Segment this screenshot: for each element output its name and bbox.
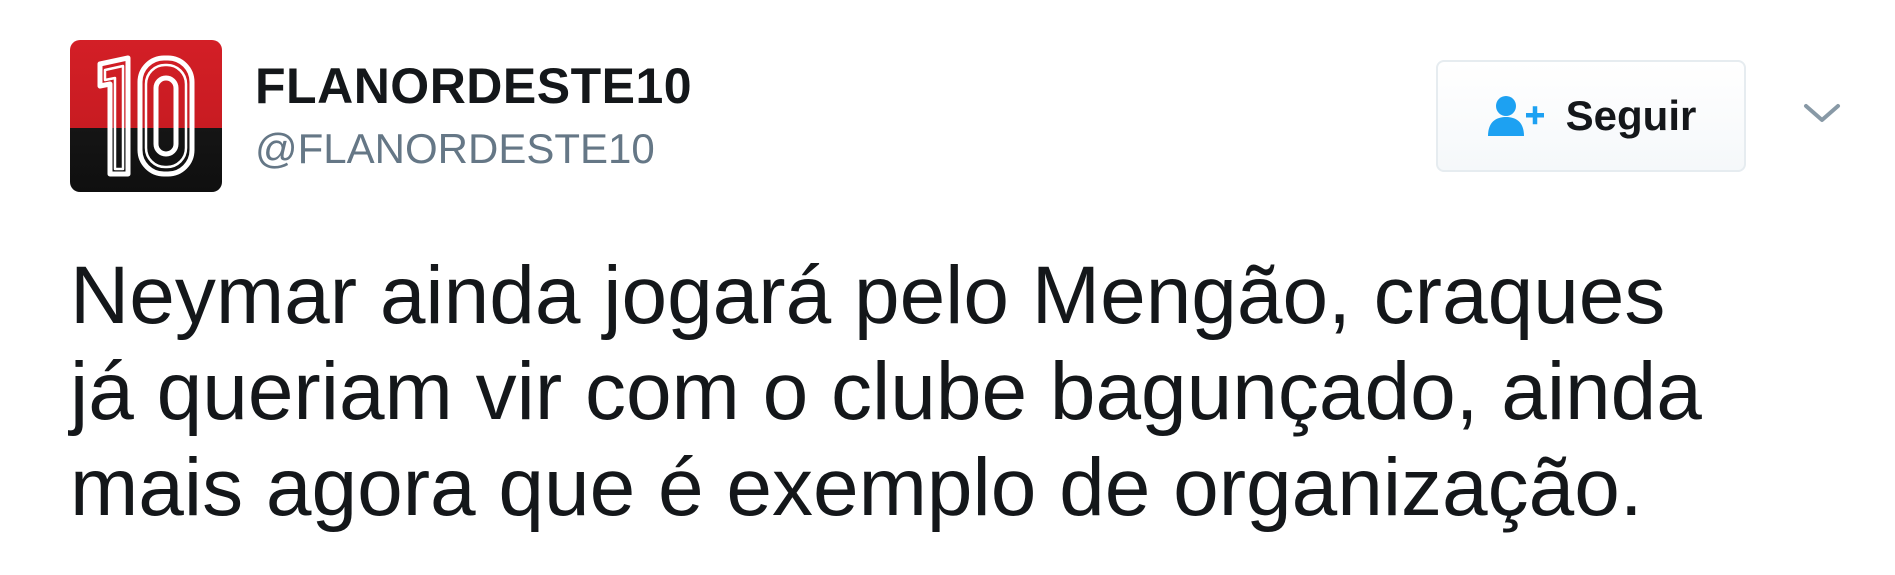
add-user-icon — [1486, 94, 1548, 138]
author-handle[interactable]: @FLANORDESTE10 — [255, 124, 655, 174]
avatar[interactable] — [70, 40, 222, 192]
jersey-number-10-avatar-icon — [97, 55, 195, 177]
tweet-card: FLANORDESTE10 @FLANORDESTE10 Seguir Neym… — [0, 0, 1895, 575]
tweet-text-line: Neymar ainda jogará pelo Mengão, craques — [70, 250, 1666, 341]
follow-button-label: Seguir — [1565, 92, 1697, 139]
chevron-down-icon[interactable] — [1802, 98, 1842, 128]
author-display-name[interactable]: FLANORDESTE10 — [255, 58, 692, 114]
tweet-text-line: mais agora que é exemplo de organização. — [70, 442, 1643, 533]
follow-button[interactable]: Seguir — [1436, 60, 1746, 172]
tweet-text-line: já queriam vir com o clube bagunçado, ai… — [70, 346, 1702, 437]
tweet-text: Neymar ainda jogará pelo Mengão, craques… — [70, 248, 1850, 536]
